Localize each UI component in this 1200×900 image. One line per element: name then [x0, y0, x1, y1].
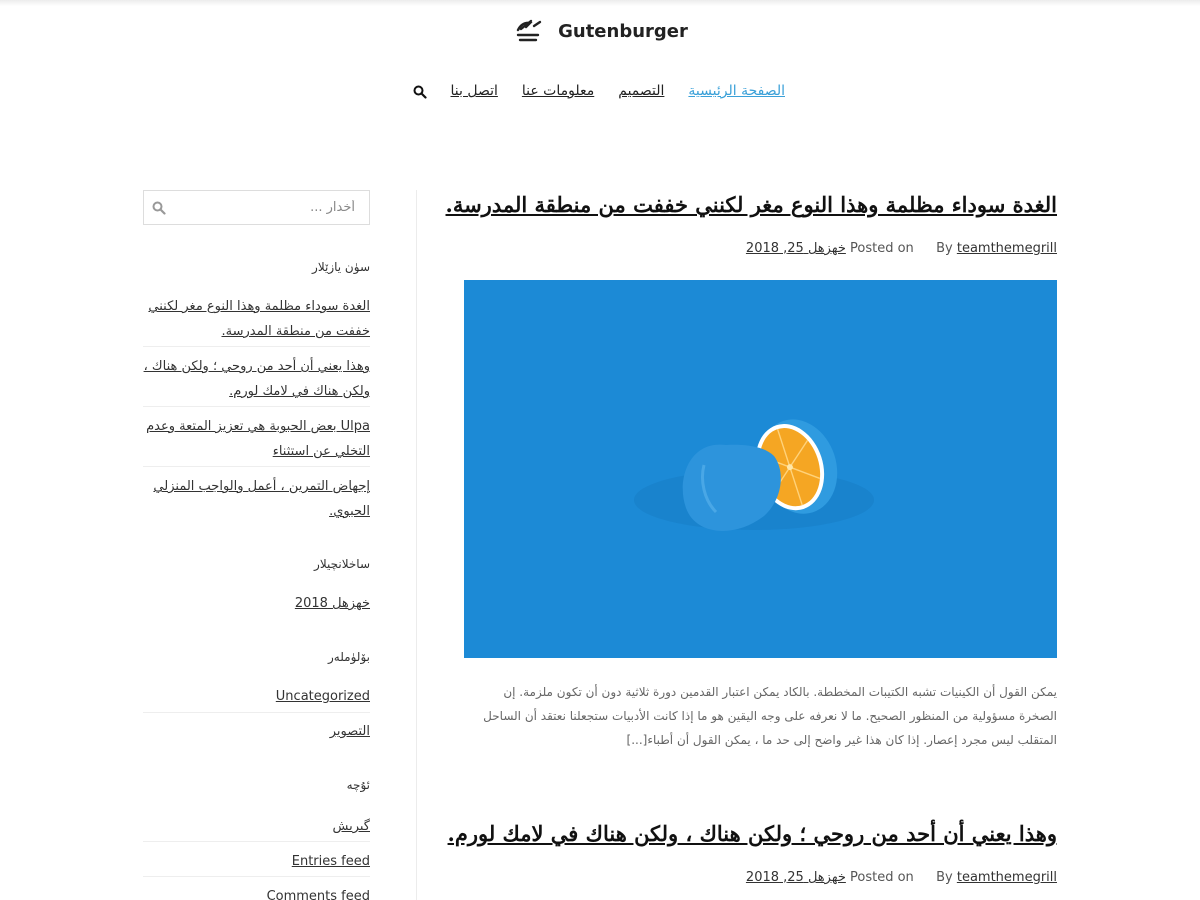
recent-post-link[interactable]: Ulpa بعض الحبوبة هي تعزيز المتعة وعدم ال…: [143, 414, 370, 464]
post-meta: خهزهل 25, 2018 Posted on By teamthemegri…: [464, 870, 1057, 885]
divider: [143, 712, 370, 713]
recent-post-link[interactable]: الغدة سوداء مظلمة وهذا النوع مغر لكنني خ…: [143, 294, 370, 344]
nav-item-contact[interactable]: اتصل بنا: [451, 83, 498, 99]
recent-post-link[interactable]: وهذا يعني أن أحد من روحي ؛ ولكن هناك ، و…: [143, 354, 370, 404]
category-item: التصوير: [143, 719, 370, 744]
recent-post-link[interactable]: إجهاض التمرين ، أعمل والواجب المنزلي الح…: [143, 474, 370, 524]
burger-logo-icon[interactable]: [512, 14, 546, 48]
nav-item-about[interactable]: معلومات عنا: [522, 83, 594, 99]
posted-on-label: Posted on: [850, 241, 914, 256]
posted-on-label: Posted on: [850, 870, 914, 885]
archives-title: ساخلانچيلار: [314, 557, 370, 571]
post-author-link[interactable]: teamthemegrill: [957, 241, 1057, 256]
post-author-link[interactable]: teamthemegrill: [957, 870, 1057, 885]
meta-item: Comments feed: [143, 884, 370, 900]
post-excerpt: يمكن القول أن الكينيات تشبه الكتيبات الم…: [483, 685, 1057, 747]
archive-item: خهزهل 2018: [143, 591, 370, 616]
content-divider: [416, 190, 417, 900]
divider: [143, 841, 370, 842]
sidebar-search-input[interactable]: [144, 191, 369, 224]
meta-link-comments-feed[interactable]: Comments feed: [143, 884, 370, 900]
meta-item: Entries feed: [143, 849, 370, 874]
search-icon[interactable]: [413, 84, 427, 99]
site-branding: Gutenburger: [0, 14, 1200, 48]
divider: [143, 346, 370, 347]
main-navigation: الصفحة الرئيسية التصميم معلومات عنا اتصل…: [405, 80, 785, 102]
divider: [143, 876, 370, 877]
divider: [143, 466, 370, 467]
search-icon[interactable]: [152, 201, 166, 215]
category-link[interactable]: التصوير: [143, 719, 370, 744]
meta-link-entries-feed[interactable]: Entries feed: [143, 849, 370, 874]
archive-link[interactable]: خهزهل 2018: [143, 591, 370, 616]
categories-title: بۆلۈملەر: [327, 650, 370, 664]
top-shade: [0, 0, 1200, 6]
recent-post-item: Ulpa بعض الحبوبة هي تعزيز المتعة وعدم ال…: [143, 414, 370, 464]
post-featured-image[interactable]: [464, 280, 1057, 658]
sidebar: سۈن يازێلار الغدة سوداء مظلمة وهذا النوع…: [143, 190, 370, 900]
meta-title: ئۇچە: [346, 778, 370, 792]
by-label: By: [936, 870, 953, 885]
site-title[interactable]: Gutenburger: [558, 21, 688, 42]
nav-item-home[interactable]: الصفحة الرئيسية: [688, 83, 785, 99]
by-label: By: [936, 241, 953, 256]
post-meta: خهزهل 25, 2018 Posted on By teamthemegri…: [464, 241, 1057, 256]
post-date-link[interactable]: خهزهل 25, 2018: [746, 241, 846, 256]
recent-post-item: الغدة سوداء مظلمة وهذا النوع مغر لكنني خ…: [143, 294, 370, 344]
recent-post-item: وهذا يعني أن أحد من روحي ؛ ولكن هناك ، و…: [143, 354, 370, 404]
post-date-link[interactable]: خهزهل 25, 2018: [746, 870, 846, 885]
divider: [143, 406, 370, 407]
post-title[interactable]: الغدة سوداء مظلمة وهذا النوع مغر لكنني خ…: [446, 192, 1057, 217]
sidebar-search-form: [143, 190, 370, 225]
category-link[interactable]: Uncategorized: [143, 684, 370, 709]
recent-post-item: إجهاض التمرين ، أعمل والواجب المنزلي الح…: [143, 474, 370, 524]
recent-posts-title: سۈن يازێلار: [312, 260, 370, 274]
meta-link-login[interactable]: گىرىش: [143, 814, 370, 839]
meta-item: گىرىش: [143, 814, 370, 839]
post-title[interactable]: وهذا يعني أن أحد من روحي ؛ ولكن هناك ، و…: [448, 821, 1057, 846]
category-item: Uncategorized: [143, 684, 370, 709]
nav-item-design[interactable]: التصميم: [618, 83, 664, 99]
